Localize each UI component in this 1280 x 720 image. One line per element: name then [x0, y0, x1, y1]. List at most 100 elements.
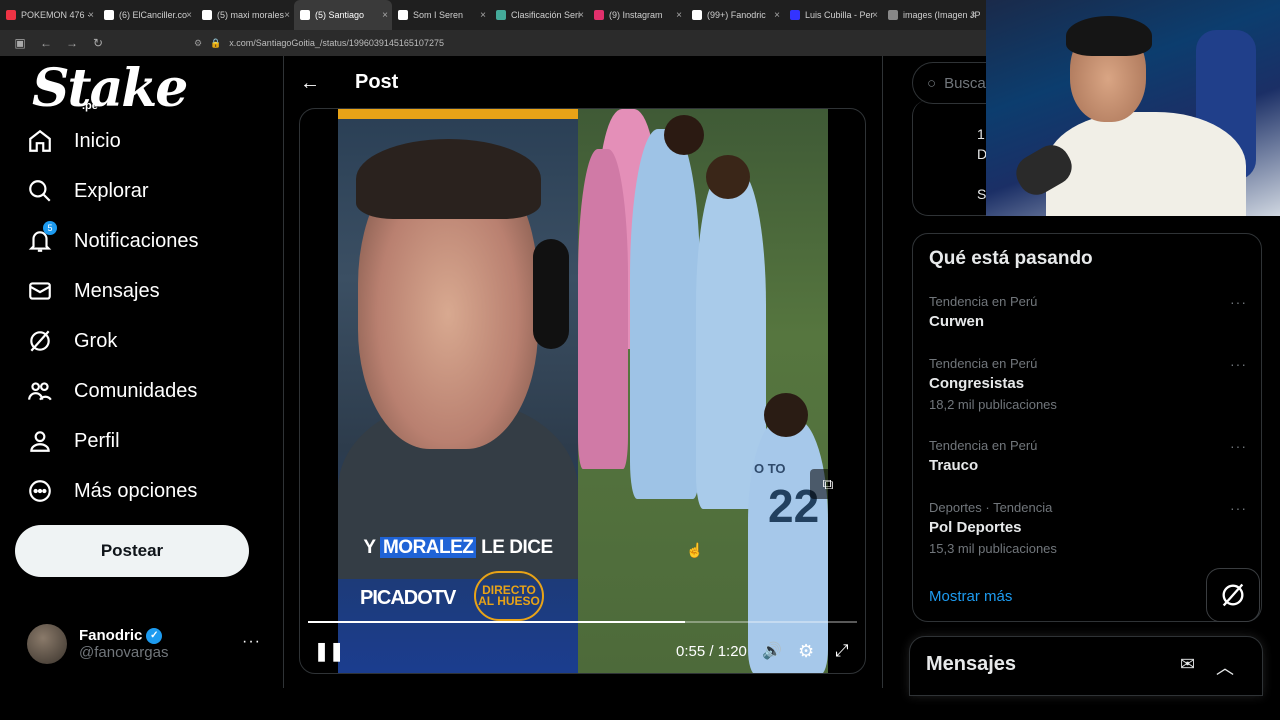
show-more-link[interactable]: Mostrar más — [929, 588, 1012, 605]
search-icon: ○ — [927, 74, 937, 92]
account-switcher[interactable]: Fanodric ✓ @fanovargas ··· — [27, 623, 267, 665]
back-arrow-icon[interactable]: ← — [300, 72, 320, 95]
tab-label: POKEMON 476 · — [21, 10, 91, 20]
browser-tab[interactable]: (6) ElCanciller.co × — [98, 0, 196, 30]
reload-icon[interactable]: ↻ — [92, 36, 104, 50]
more-icon[interactable]: ··· — [1230, 294, 1247, 310]
fullscreen-icon[interactable]: ⤢ — [835, 641, 849, 661]
video-time: 0:55 / 1:20 — [676, 643, 747, 660]
more-icon[interactable]: ··· — [1230, 356, 1247, 372]
tab-close-icon[interactable]: × — [872, 10, 878, 21]
tab-favicon-icon — [496, 10, 506, 20]
sidebar-item-perfil[interactable]: Perfil — [26, 426, 120, 456]
messages-title: Mensajes — [926, 653, 1017, 675]
player-head-3 — [764, 393, 808, 437]
caption-post: LE DICE — [476, 537, 553, 558]
people-icon — [26, 377, 54, 405]
sidebar-item-inicio[interactable]: Inicio — [26, 126, 121, 156]
messages-drawer[interactable]: Mensajes ✉ ︿ — [909, 636, 1263, 696]
grok-floating-button[interactable] — [1206, 568, 1260, 622]
picture-in-picture-icon[interactable]: ⧉ — [810, 469, 846, 499]
trending-title: Qué está pasando — [929, 248, 1093, 269]
browser-tab[interactable]: Clasificación Seri × — [490, 0, 588, 30]
sidebar-item-label: Notificaciones — [74, 229, 199, 252]
video-progress-bar[interactable] — [308, 621, 857, 623]
webcam-overlay — [986, 0, 1280, 216]
chevron-up-icon[interactable]: ︿ — [1216, 654, 1234, 680]
sidebar-item-mas-opciones[interactable]: Más opciones — [26, 476, 197, 506]
trend-item[interactable]: Tendencia en Perú Curwen ··· — [929, 294, 1249, 330]
tab-label: Luis Cubilla - Per — [805, 10, 874, 20]
sidebar-item-notificaciones[interactable]: 5 Notificaciones — [26, 221, 199, 256]
sidebar-toggle-icon[interactable]: ▣ — [14, 36, 26, 50]
forward-icon[interactable]: → — [66, 36, 78, 50]
trend-category: Tendencia en Perú — [929, 356, 1038, 371]
tab-close-icon[interactable]: × — [88, 10, 94, 21]
trend-name: Curwen — [929, 313, 985, 330]
trend-count: 15,3 mil publicaciones — [929, 541, 1057, 556]
player-head-2 — [706, 155, 750, 199]
tab-label: (9) Instagram — [609, 10, 663, 20]
browser-tab[interactable]: POKEMON 476 · × — [0, 0, 98, 30]
browser-tab[interactable]: Luis Cubilla - Per × — [784, 0, 882, 30]
grok-icon — [1222, 583, 1244, 607]
site-settings-icon[interactable]: ⚙ — [194, 38, 202, 49]
trend-category: Tendencia en Perú — [929, 294, 1038, 309]
tab-label: (6) ElCanciller.co — [119, 10, 188, 20]
stake-logo-suffix: .pe — [82, 100, 98, 112]
sidebar-item-label: Explorar — [74, 179, 149, 202]
browser-tab[interactable]: (99+) Fanodric × — [686, 0, 784, 30]
trend-count: 18,2 mil publicaciones — [929, 397, 1057, 412]
browser-tab[interactable]: (5) maxi morales × — [196, 0, 294, 30]
tab-close-icon[interactable]: × — [480, 10, 486, 21]
browser-tab[interactable]: images (Imagen JPE × — [882, 0, 980, 30]
tab-favicon-icon — [104, 10, 114, 20]
tab-close-icon[interactable]: × — [970, 10, 976, 21]
webcam-shirt — [1046, 112, 1246, 216]
webcam-hair — [1066, 16, 1152, 56]
sidebar-item-comunidades[interactable]: Comunidades — [26, 376, 197, 406]
tab-close-icon[interactable]: × — [186, 10, 192, 21]
tab-close-icon[interactable]: × — [284, 10, 290, 21]
video-headphones — [533, 239, 569, 349]
tab-close-icon[interactable]: × — [382, 10, 388, 21]
tab-close-icon[interactable]: × — [578, 10, 584, 21]
trend-item[interactable]: Deportes · Tendencia Pol Deportes 15,3 m… — [929, 500, 1249, 556]
stake-logo[interactable]: Stake — [32, 58, 188, 119]
person-icon — [26, 427, 54, 455]
trend-item[interactable]: Tendencia en Perú Congresistas 18,2 mil … — [929, 356, 1249, 412]
volume-icon[interactable]: 🔊 — [762, 641, 782, 661]
video-player[interactable]: Y MORALEZ LE DICE PICADOTV DIRECTO AL HU… — [299, 108, 866, 674]
tab-close-icon[interactable]: × — [774, 10, 780, 21]
trend-name: Congresistas — [929, 375, 1025, 392]
grok-icon — [26, 327, 54, 355]
back-icon[interactable]: ← — [40, 36, 52, 50]
tab-favicon-icon — [594, 10, 604, 20]
url-field[interactable]: ⚙ 🔒 x.com/SantiagoGoitia_/status/1996039… — [194, 38, 444, 49]
sidebar-item-explorar[interactable]: Explorar — [26, 176, 148, 206]
sidebar-item-grok[interactable]: Grok — [26, 326, 117, 356]
trend-name: Trauco — [929, 457, 979, 474]
video-progress-fill — [308, 621, 686, 623]
more-icon[interactable]: ··· — [1230, 500, 1247, 516]
sidebar-item-mensajes[interactable]: Mensajes — [26, 276, 160, 306]
browser-tab[interactable]: Som I Seren × — [392, 0, 490, 30]
trend-item[interactable]: Tendencia en Perú Trauco ··· — [929, 438, 1249, 474]
avatar — [27, 624, 67, 664]
profile-name: Fanodric — [79, 627, 143, 644]
browser-tab[interactable]: (5) Santiago × — [294, 0, 392, 30]
home-icon — [26, 127, 54, 155]
caption-highlight: MORALEZ — [379, 537, 477, 558]
new-message-icon[interactable]: ✉ — [1180, 654, 1195, 675]
more-icon[interactable]: ··· — [1230, 438, 1247, 454]
browser-tab[interactable]: (9) Instagram × — [588, 0, 686, 30]
tab-close-icon[interactable]: × — [676, 10, 682, 21]
settings-gear-icon[interactable]: ⚙ — [798, 641, 814, 662]
profile-more-icon[interactable]: ··· — [242, 633, 261, 651]
sidebar-item-label: Inicio — [74, 129, 121, 152]
preview-line: 1 — [977, 126, 985, 142]
post-button[interactable]: Postear — [15, 525, 249, 577]
sidebar-item-label: Comunidades — [74, 379, 198, 402]
pause-icon[interactable]: ❚❚ — [314, 641, 344, 662]
profile-handle: @fanovargas — [79, 644, 169, 661]
